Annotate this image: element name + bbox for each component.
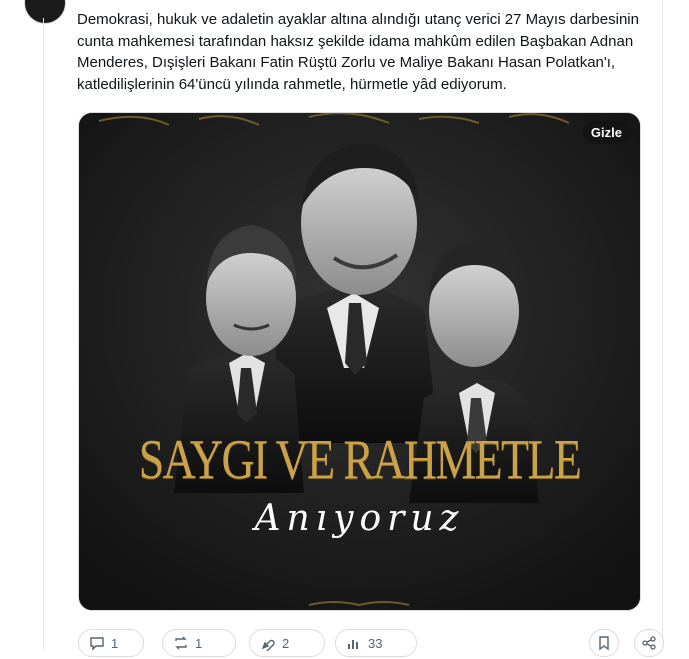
column-border [662,0,663,650]
bookmark-icon [596,635,612,651]
reply-button[interactable]: 1 [78,629,144,657]
image-title: SAYGI VE RAHMETLE [138,429,582,491]
like-count: 2 [282,635,290,651]
repost-button[interactable]: 1 [162,629,236,657]
post-image[interactable]: Gizle SAYGI VE RAHMETLE Anıyoruz [78,112,641,611]
share-icon [641,635,657,651]
image-subtitle: Anıyoruz [254,498,465,539]
bookmark-button[interactable] [589,629,619,657]
views-count: 33 [368,635,383,651]
reply-icon [89,635,105,651]
like-button[interactable]: 2 [249,629,325,657]
post-actions: 1 1 2 33 [78,629,678,659]
thread-line [43,18,44,650]
repost-icon [173,635,189,651]
avatar[interactable] [24,0,66,24]
share-button[interactable] [634,629,664,657]
views-icon [346,635,362,651]
views-button[interactable]: 33 [335,629,417,657]
post-text: Demokrasi, hukuk ve adaletin ayaklar alt… [77,11,639,93]
hide-sensitive-button[interactable]: Gizle [582,121,630,144]
repost-count: 1 [195,635,203,651]
reply-count: 1 [111,635,119,651]
like-icon [260,635,276,651]
